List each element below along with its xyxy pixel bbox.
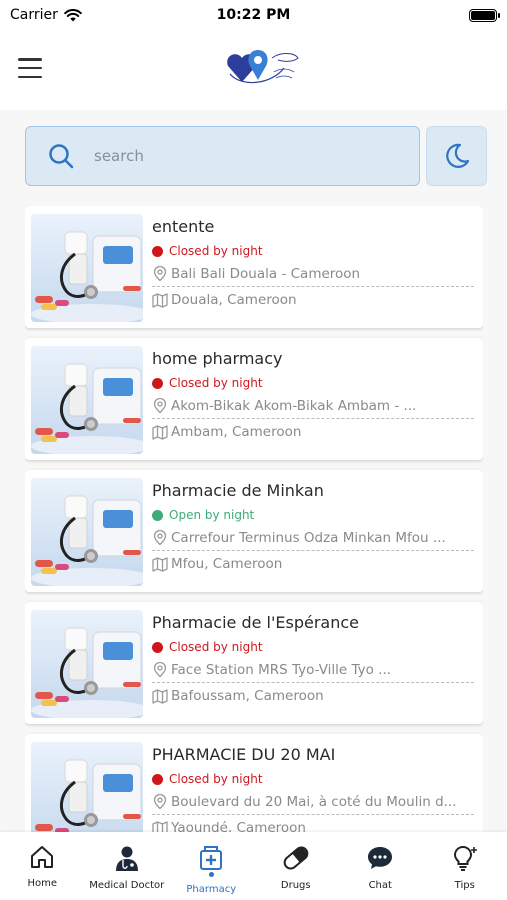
- battery-icon: [469, 8, 500, 22]
- pharmacy-thumbnail: [31, 742, 143, 832]
- location-pin-icon: [153, 397, 167, 414]
- map-icon: [152, 820, 168, 832]
- hamburger-icon-line: [18, 66, 42, 70]
- tab-tips[interactable]: Tips: [423, 832, 507, 900]
- map-icon: [152, 424, 168, 440]
- map-icon: [152, 556, 168, 572]
- pharmacy-thumbnail: [31, 346, 143, 454]
- pharmacy-thumbnail: [31, 610, 143, 718]
- map-icon: [152, 292, 168, 308]
- address-line: Carrefour Terminus Odza Minkan Mfou ...: [152, 525, 474, 551]
- city-line: Ambam, Cameroon: [152, 419, 474, 445]
- address-line: Bali Bali Douala - Cameroon: [152, 261, 474, 287]
- night-status-label: Closed by night: [169, 640, 263, 654]
- tab-label: Pharmacy: [186, 884, 237, 895]
- search-icon: [49, 144, 74, 169]
- night-status: Closed by night: [152, 373, 474, 393]
- night-status-label: Open by night: [169, 508, 255, 522]
- moon-icon: [445, 143, 469, 168]
- night-status-label: Closed by night: [169, 244, 263, 258]
- tab-drugs[interactable]: Drugs: [254, 832, 339, 900]
- night-status: Open by night: [152, 505, 474, 525]
- night-status-label: Closed by night: [169, 772, 263, 786]
- pharmacy-list[interactable]: entente Closed by night Bali Bali Douala…: [25, 206, 483, 832]
- menu-button[interactable]: [18, 58, 42, 78]
- pharmacy-card[interactable]: Pharmacie de Minkan Open by night Carref…: [25, 470, 483, 592]
- map-icon: [152, 688, 168, 704]
- city-line: Douala, Cameroon: [152, 287, 474, 313]
- pharmacy-address: Bali Bali Douala - Cameroon: [171, 265, 361, 282]
- tab-home[interactable]: Home: [0, 832, 85, 900]
- pharmacy-address: Face Station MRS Tyo-Ville Tyo ...: [171, 661, 392, 678]
- address-line: Face Station MRS Tyo-Ville Tyo ...: [152, 657, 474, 683]
- hamburger-icon-line: [18, 75, 42, 78]
- pharmacy-city: Mfou, Cameroon: [171, 556, 283, 572]
- carrier-indicator: Carrier: [10, 7, 82, 23]
- pharmacy-address: Akom-Bikak Akom-Bikak Ambam - ...: [171, 397, 417, 414]
- app-logo: [227, 50, 299, 84]
- wifi-icon: [64, 8, 82, 21]
- pill-icon: [281, 844, 311, 876]
- pharmacy-name: home pharmacy: [152, 349, 283, 368]
- status-dot: [152, 641, 163, 653]
- tab-label: Drugs: [280, 880, 311, 891]
- location-pin-icon: [153, 661, 167, 678]
- app-header: [0, 30, 507, 110]
- pharmacy-city: Yaoundé, Cameroon: [171, 820, 306, 832]
- bottom-tab-bar: Home Medical Doctor Pharmacy Drugs Chat Tips: [0, 832, 507, 900]
- pharmacy-name: Pharmacie de Minkan: [152, 481, 324, 500]
- pharmacy-name: Pharmacie de l'Espérance: [152, 613, 359, 632]
- pharmacy-card[interactable]: PHARMACIE DU 20 MAI Closed by night Boul…: [25, 734, 483, 832]
- pharmacy-card[interactable]: entente Closed by night Bali Bali Douala…: [25, 206, 483, 328]
- city-line: Mfou, Cameroon: [152, 551, 474, 577]
- status-dot: [152, 377, 163, 389]
- pharmacy-thumbnail: [31, 478, 143, 586]
- theme-toggle-button[interactable]: [426, 126, 487, 186]
- location-pin-icon: [153, 529, 167, 546]
- pharmacy-card[interactable]: Pharmacie de l'Espérance Closed by night…: [25, 602, 483, 724]
- pharmacy-name: entente: [152, 217, 215, 236]
- night-status: Closed by night: [152, 241, 474, 261]
- tab-medical-doctor[interactable]: Medical Doctor: [85, 832, 170, 900]
- city-line: Bafoussam, Cameroon: [152, 683, 474, 709]
- address-line: Akom-Bikak Akom-Bikak Ambam - ...: [152, 393, 474, 419]
- status-dot: [152, 509, 163, 521]
- night-status: Closed by night: [152, 637, 474, 657]
- location-pin-icon: [153, 265, 167, 282]
- tab-label: Chat: [368, 880, 392, 891]
- search-row: [25, 126, 487, 186]
- tab-label: Tips: [454, 880, 475, 891]
- status-dot: [152, 245, 163, 257]
- carrier-label: Carrier: [10, 7, 58, 23]
- pharmacy-thumbnail: [31, 214, 143, 322]
- night-status-label: Closed by night: [169, 376, 263, 390]
- active-tab-indicator: [208, 872, 214, 877]
- hamburger-icon-line: [18, 58, 42, 61]
- search-input[interactable]: [94, 147, 374, 165]
- status-dot: [152, 773, 163, 785]
- pharmacy-city: Ambam, Cameroon: [171, 424, 302, 440]
- location-pin-icon: [153, 793, 167, 810]
- address-line: Boulevard du 20 Mai, à coté du Moulin d.…: [152, 789, 474, 815]
- night-status: Closed by night: [152, 769, 474, 789]
- pharmacy-name: PHARMACIE DU 20 MAI: [152, 745, 336, 764]
- tab-label: Medical Doctor: [89, 880, 165, 891]
- chat-icon: [366, 844, 394, 876]
- lightbulb-icon: [451, 844, 479, 876]
- pharmacy-city: Bafoussam, Cameroon: [171, 688, 324, 704]
- city-line: Yaoundé, Cameroon: [152, 815, 474, 832]
- tab-pharmacy[interactable]: Pharmacy: [169, 832, 254, 900]
- tab-chat[interactable]: Chat: [338, 832, 423, 900]
- doctor-icon: [113, 844, 141, 876]
- status-bar: Carrier 10:22 PM: [0, 0, 507, 30]
- pharmacy-address: Boulevard du 20 Mai, à coté du Moulin d.…: [171, 793, 457, 810]
- pharmacy-address: Carrefour Terminus Odza Minkan Mfou ...: [171, 529, 446, 546]
- pharmacy-card[interactable]: home pharmacy Closed by night Akom-Bikak…: [25, 338, 483, 460]
- home-icon: [29, 844, 55, 874]
- search-box[interactable]: [25, 126, 420, 186]
- tab-label: Home: [27, 878, 58, 889]
- pharmacy-city: Douala, Cameroon: [171, 292, 297, 308]
